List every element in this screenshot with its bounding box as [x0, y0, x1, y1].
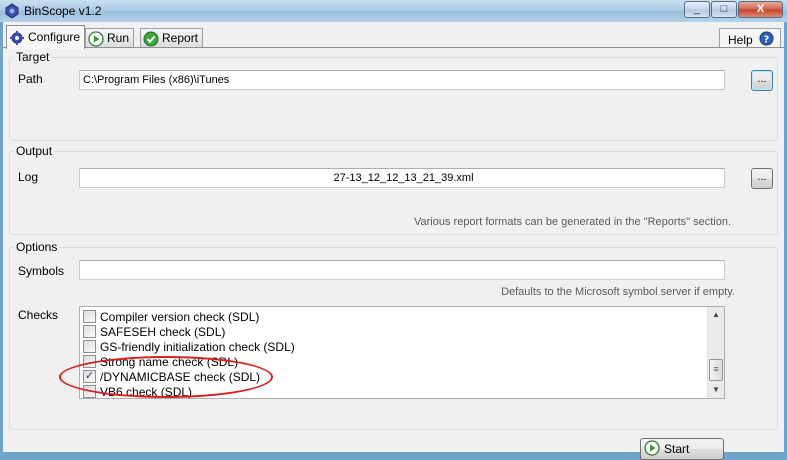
tab-run[interactable]: Run: [85, 28, 135, 48]
scroll-thumb[interactable]: ≡: [709, 359, 723, 381]
check-item-safeseh[interactable]: SAFESEH check (SDL): [83, 324, 225, 339]
scroll-down-icon[interactable]: ▼: [708, 382, 724, 398]
tab-report-label: Report: [162, 31, 199, 45]
check-label: SAFESEH check (SDL): [100, 324, 226, 339]
path-browse-button[interactable]: ...: [751, 70, 773, 91]
check-label: GS-friendly initialization check (SDL): [100, 339, 295, 354]
path-input[interactable]: C:\Program Files (x86)\iTunes: [79, 70, 725, 90]
checkbox-gs-friendly[interactable]: [83, 340, 96, 353]
main-window: Configure Run Report Help ? Target Path …: [3, 22, 784, 460]
check-item-gs-friendly[interactable]: GS-friendly initialization check (SDL): [83, 339, 295, 354]
scroll-up-icon[interactable]: ▲: [708, 307, 724, 323]
log-label: Log: [18, 170, 39, 184]
help-icon: ?: [759, 30, 774, 49]
symbols-input[interactable]: [79, 260, 725, 280]
check-label: Compiler version check (SDL): [100, 309, 260, 324]
checkbox-compiler-version[interactable]: [83, 310, 96, 323]
close-icon: X: [756, 3, 765, 15]
help-label: Help: [728, 32, 753, 47]
symbols-hint: Defaults to the Microsoft symbol server …: [501, 286, 735, 298]
log-input[interactable]: 27-13_12_12_13_21_39.xml: [79, 168, 725, 188]
maximize-button[interactable]: □: [711, 1, 737, 18]
checkmark-icon: [143, 31, 159, 47]
check-item-compiler-version[interactable]: Compiler version check (SDL): [83, 309, 259, 324]
target-group: Target Path C:\Program Files (x86)\iTune…: [9, 50, 778, 141]
output-group-label: Output: [14, 144, 55, 158]
tab-strip: Configure Run Report Help ?: [3, 25, 784, 50]
report-formats-hint: Various report formats can be generated …: [414, 216, 731, 228]
play-icon: [644, 439, 660, 459]
gear-icon: [9, 30, 25, 46]
start-button[interactable]: Start: [640, 438, 724, 460]
options-group-label: Options: [14, 240, 60, 254]
annotation-ellipse: [59, 356, 273, 398]
maximize-icon: □: [720, 3, 728, 15]
output-group: Output Log 27-13_12_12_13_21_39.xml ... …: [9, 144, 778, 235]
title-bar: BinScope v1.2 _ □ X: [0, 0, 787, 22]
window-title: BinScope v1.2: [24, 4, 102, 18]
path-label: Path: [18, 72, 43, 86]
play-icon: [88, 30, 104, 47]
target-group-label: Target: [14, 50, 52, 64]
configure-panel: Target Path C:\Program Files (x86)\iTune…: [3, 47, 784, 460]
tab-configure[interactable]: Configure: [6, 25, 86, 49]
log-browse-button[interactable]: ...: [751, 168, 773, 189]
minimize-button[interactable]: _: [684, 1, 710, 18]
checks-label: Checks: [18, 308, 59, 322]
symbols-label: Symbols: [18, 264, 65, 278]
checkbox-safeseh[interactable]: [83, 325, 96, 338]
svg-text:?: ?: [763, 34, 768, 45]
minimize-icon: _: [693, 3, 701, 15]
options-group: Options Symbols Defaults to the Microsof…: [9, 240, 778, 430]
start-label: Start: [664, 442, 690, 456]
binscope-app-icon: [4, 3, 20, 19]
checks-scrollbar[interactable]: ▲ ≡ ▼: [707, 307, 724, 398]
tab-run-label: Run: [107, 31, 130, 45]
close-button[interactable]: X: [738, 1, 783, 18]
tab-configure-label: Configure: [28, 30, 81, 44]
tab-report[interactable]: Report: [140, 28, 204, 48]
